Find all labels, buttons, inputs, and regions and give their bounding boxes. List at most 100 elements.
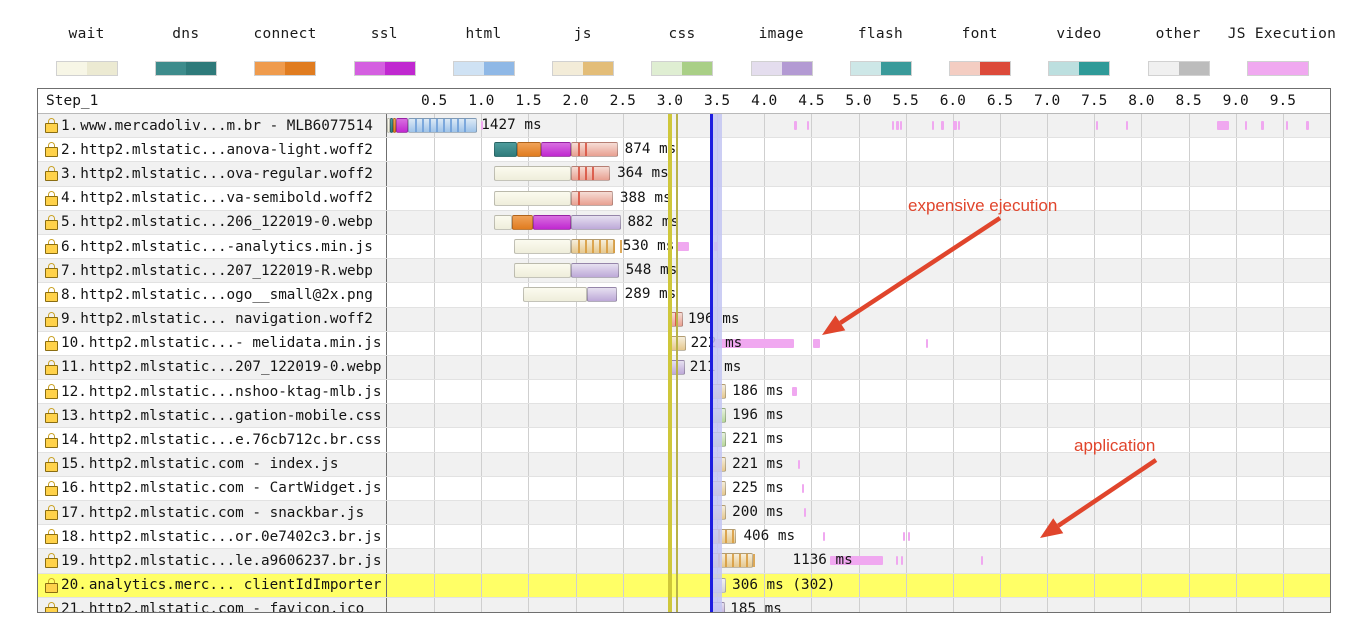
table-row[interactable]: 16.http2.mlstatic.com - CartWidget.js225… [38, 477, 1330, 501]
grid-line [1000, 138, 1001, 161]
duration-label: 406 ms [743, 528, 795, 544]
table-row[interactable]: 1.www.mercadoliv...m.br - MLB60775141427… [38, 114, 1330, 138]
request-label-cell[interactable]: 11.http2.mlstatic...207_122019-0.webp [38, 356, 387, 379]
grid-line [906, 549, 907, 572]
request-label-cell[interactable]: 4.http2.mlstatic...va-semibold.woff2 [38, 187, 387, 210]
table-row[interactable]: 18.http2.mlstatic...or.0e7402c3.br.js 406… [38, 525, 1330, 549]
grid-line [481, 525, 482, 548]
grid-line [764, 549, 765, 572]
request-label-cell[interactable]: 3.http2.mlstatic...ova-regular.woff2 [38, 162, 387, 185]
segment-stripe [443, 119, 445, 132]
grid-line [811, 187, 812, 210]
duration-label: 222 ms [691, 335, 743, 351]
table-row[interactable]: 17.http2.mlstatic.com - snackbar.js200 m… [38, 501, 1330, 525]
table-row[interactable]: 7.http2.mlstatic...207_122019-R.webp548 … [38, 259, 1330, 283]
request-label-cell[interactable]: 19.http2.mlstatic...le.a9606237.br.js [38, 549, 387, 572]
grid-line [623, 114, 624, 137]
grid-line [1000, 380, 1001, 403]
grid-line [717, 283, 718, 306]
request-label-cell[interactable]: 10.http2.mlstatic...- melidata.min.js [38, 332, 387, 355]
row-number: 4. [61, 190, 78, 206]
grid-line [670, 598, 671, 613]
content-segment [711, 529, 736, 544]
request-label-cell[interactable]: 13.http2.mlstatic...gation-mobile.css [38, 404, 387, 427]
legend-label: ssl [335, 26, 434, 42]
table-row[interactable]: 3.http2.mlstatic...ova-regular.woff2364 … [38, 162, 1330, 186]
grid-line [906, 404, 907, 427]
table-row[interactable]: 6.http2.mlstatic...-analytics.min.js530 … [38, 235, 1330, 259]
grid-line [434, 501, 435, 524]
request-label-cell[interactable]: 15.http2.mlstatic.com - index.js [38, 453, 387, 476]
table-row[interactable]: 12.http2.mlstatic...nshoo-ktag-mlb.js186… [38, 380, 1330, 404]
table-row[interactable]: 4.http2.mlstatic...va-semibold.woff2388 … [38, 187, 1330, 211]
table-row[interactable]: 13.http2.mlstatic...gation-mobile.css196… [38, 404, 1330, 428]
table-row[interactable]: 9.http2.mlstatic... navigation.woff2 196 … [38, 308, 1330, 332]
grid-line [1236, 598, 1237, 613]
grid-line [1047, 428, 1048, 451]
content-segment [711, 602, 724, 613]
table-row[interactable]: 19.http2.mlstatic...le.a9606237.br.js113… [38, 549, 1330, 573]
js-execution-bar [981, 556, 983, 565]
request-label-cell[interactable]: 18.http2.mlstatic...or.0e7402c3.br.js [38, 525, 387, 548]
request-label-cell[interactable]: 14.http2.mlstatic...e.76cb712c.br.css [38, 428, 387, 451]
table-row[interactable]: 5.http2.mlstatic...206_122019-0.webp882 … [38, 211, 1330, 235]
lock-icon [44, 457, 59, 472]
segment-stripe [592, 240, 594, 253]
request-label-cell[interactable]: 5.http2.mlstatic...206_122019-0.webp [38, 211, 387, 234]
segment-stripe [436, 119, 438, 132]
content-segment [571, 142, 618, 157]
grid-line [481, 549, 482, 572]
duration-label: 196 ms [688, 311, 740, 327]
duration-label: 306 ms (302) [732, 577, 835, 593]
grid-line [434, 525, 435, 548]
request-label-cell[interactable]: 7.http2.mlstatic...207_122019-R.webp [38, 259, 387, 282]
grid-line [1283, 574, 1284, 597]
segment-stripe [578, 192, 580, 205]
table-row[interactable]: 21.http2.mlstatic.com - favicon.ico185 m… [38, 598, 1330, 613]
request-label-cell[interactable]: 20.analytics.merc... clientIdImporter [38, 574, 387, 597]
legend-item-other: other [1129, 26, 1228, 84]
timing-track: 200 ms [387, 501, 1330, 524]
grid-line [717, 259, 718, 282]
grid-line [576, 428, 577, 451]
request-label-cell[interactable]: 1.www.mercadoliv...m.br - MLB6077514 [38, 114, 387, 137]
grid-line [1000, 332, 1001, 355]
grid-line [1047, 453, 1048, 476]
table-row[interactable]: 20.analytics.merc... clientIdImporter 306… [38, 574, 1330, 598]
grid-line [906, 356, 907, 379]
grid-line [1141, 138, 1142, 161]
table-row[interactable]: 8.http2.mlstatic...ogo__small@2x.png289 … [38, 283, 1330, 307]
request-label-cell[interactable]: 6.http2.mlstatic...-analytics.min.js [38, 235, 387, 258]
grid-line [1000, 114, 1001, 137]
row-number: 17. [61, 505, 87, 521]
grid-line [1236, 235, 1237, 258]
request-label-cell[interactable]: 21.http2.mlstatic.com - favicon.ico [38, 598, 387, 613]
request-label-cell[interactable]: 8.http2.mlstatic...ogo__small@2x.png [38, 283, 387, 306]
request-label-cell[interactable]: 9.http2.mlstatic... navigation.woff2 [38, 308, 387, 331]
grid-line [906, 114, 907, 137]
request-label-cell[interactable]: 2.http2.mlstatic...anova-light.woff2 [38, 138, 387, 161]
grid-line [1094, 259, 1095, 282]
grid-line [670, 162, 671, 185]
js-execution-bar [714, 242, 718, 251]
table-row[interactable]: 2.http2.mlstatic...anova-light.woff2874 … [38, 138, 1330, 162]
grid-line [1236, 162, 1237, 185]
grid-line [1141, 308, 1142, 331]
request-label-cell[interactable]: 16.http2.mlstatic.com - CartWidget.js [38, 477, 387, 500]
table-row[interactable]: 15.http2.mlstatic.com - index.js221 ms [38, 453, 1330, 477]
grid-line [434, 283, 435, 306]
grid-line [1189, 428, 1190, 451]
grid-line [670, 404, 671, 427]
request-label-cell[interactable]: 17.http2.mlstatic.com - snackbar.js [38, 501, 387, 524]
table-row[interactable]: 10.http2.mlstatic...- melidata.min.js 222… [38, 332, 1330, 356]
ssl-segment [396, 118, 407, 133]
grid-line [481, 453, 482, 476]
grid-line [811, 453, 812, 476]
grid-line [1236, 525, 1237, 548]
grid-line [481, 332, 482, 355]
request-label-cell[interactable]: 12.http2.mlstatic...nshoo-ktag-mlb.js [38, 380, 387, 403]
table-row[interactable]: 11.http2.mlstatic...207_122019-0.webp211… [38, 356, 1330, 380]
grid-line [1094, 211, 1095, 234]
grid-line [1189, 211, 1190, 234]
grid-line [953, 477, 954, 500]
